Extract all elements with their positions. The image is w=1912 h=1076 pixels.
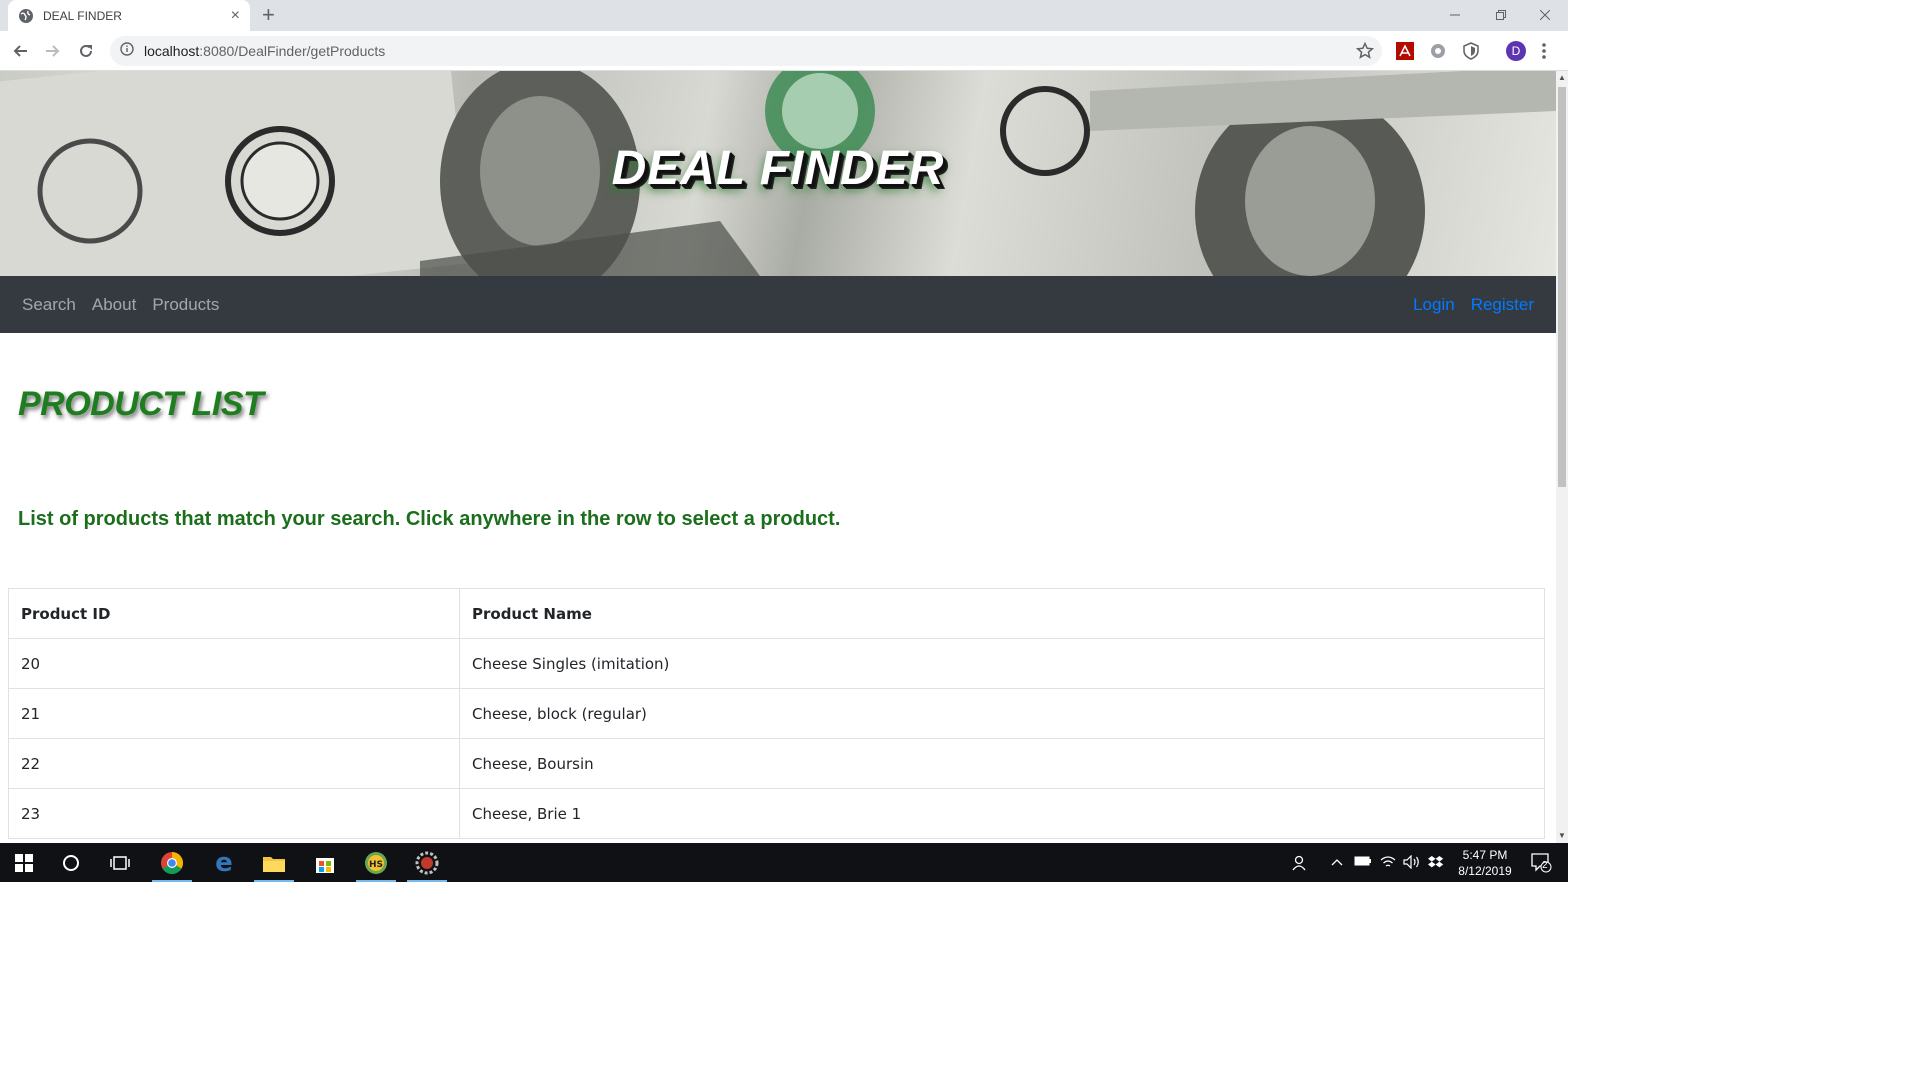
products-table: Product ID Product Name 20 Cheese Single…: [8, 588, 1545, 839]
file-explorer-icon[interactable]: [250, 843, 298, 882]
reload-icon[interactable]: [74, 39, 98, 63]
dropbox-icon[interactable]: [1428, 855, 1444, 872]
battery-icon[interactable]: [1354, 855, 1372, 870]
edge-icon[interactable]: e: [200, 843, 248, 882]
page-viewport: DEAL FINDER Search About Products Login …: [0, 71, 1556, 843]
window-close-icon[interactable]: [1522, 0, 1568, 30]
minimize-icon[interactable]: [1432, 0, 1478, 30]
profile-avatar[interactable]: D: [1506, 41, 1526, 61]
browser-tab[interactable]: DEAL FINDER ×: [8, 0, 250, 31]
column-header-product-name: Product Name: [459, 588, 1545, 639]
url-host: localhost: [144, 43, 200, 59]
page-title: PRODUCT LIST: [18, 385, 264, 423]
product-name-cell: Cheese, Brie 1: [459, 788, 1545, 839]
tab-close-icon[interactable]: ×: [231, 7, 240, 24]
pdf-extension-icon[interactable]: [1395, 41, 1415, 61]
product-name-cell: Cheese, Boursin: [459, 738, 1545, 789]
product-id-cell: 21: [8, 688, 460, 739]
site-navbar: Search About Products Login Register: [0, 276, 1556, 333]
address-bar[interactable]: localhost:8080/DealFinder/getProducts: [110, 36, 1382, 66]
nav-about-link[interactable]: About: [92, 295, 136, 315]
store-icon[interactable]: [301, 843, 349, 882]
product-id-cell: 22: [8, 738, 460, 789]
banner-image: DEAL FINDER: [0, 71, 1556, 276]
page-scrollbar[interactable]: ▲ ▼: [1556, 71, 1568, 843]
bookmark-star-icon[interactable]: [1355, 41, 1375, 65]
browser-toolbar: localhost:8080/DealFinder/getProducts: [0, 31, 1568, 71]
shield-icon[interactable]: [1461, 41, 1481, 61]
notification-count-badge: 2: [1542, 860, 1548, 871]
show-hidden-icons-icon[interactable]: [1331, 855, 1343, 870]
windows-taskbar: e HS 5:47 PM 8/12/2019 2: [0, 843, 1568, 882]
new-tab-button[interactable]: +: [262, 3, 275, 27]
table-header-row: Product ID Product Name: [8, 588, 1545, 639]
browser-tab-strip: DEAL FINDER × +: [0, 0, 1568, 31]
scroll-down-icon[interactable]: ▼: [1558, 831, 1566, 841]
start-icon[interactable]: [0, 843, 48, 882]
table-row[interactable]: 23 Cheese, Brie 1: [8, 788, 1545, 839]
settings-app-icon[interactable]: [403, 843, 451, 882]
product-name-cell: Cheese, block (regular): [459, 688, 1545, 739]
back-icon[interactable]: [8, 39, 32, 63]
restore-icon[interactable]: [1478, 0, 1524, 30]
instructions-text: List of products that match your search.…: [18, 508, 841, 530]
url-text: localhost:8080/DealFinder/getProducts: [144, 43, 385, 59]
product-id-cell: 23: [8, 788, 460, 839]
people-icon[interactable]: [1292, 855, 1310, 874]
extension-icon[interactable]: [1428, 41, 1448, 61]
clock-time: 5:47 PM: [1462, 848, 1508, 862]
table-row[interactable]: 20 Cheese Singles (imitation): [8, 638, 1545, 689]
nav-products-link[interactable]: Products: [152, 295, 219, 315]
chrome-icon[interactable]: [148, 843, 196, 882]
scroll-up-icon[interactable]: ▲: [1558, 73, 1566, 83]
column-header-product-id: Product ID: [8, 588, 460, 639]
action-center-icon[interactable]: 2: [1530, 851, 1552, 876]
scrollbar-thumb[interactable]: [1558, 87, 1566, 487]
url-path: :8080/DealFinder/getProducts: [199, 43, 386, 59]
nav-right-group: Login Register: [1397, 295, 1534, 315]
browser-menu-icon[interactable]: [1542, 42, 1546, 65]
info-icon[interactable]: [120, 41, 134, 61]
table-row[interactable]: 21 Cheese, block (regular): [8, 688, 1545, 739]
nav-search-link[interactable]: Search: [22, 295, 76, 315]
taskbar-clock[interactable]: 5:47 PM 8/12/2019: [1450, 847, 1520, 879]
task-view-icon[interactable]: [96, 843, 144, 882]
product-name-cell: Cheese Singles (imitation): [459, 638, 1545, 689]
volume-icon[interactable]: [1403, 854, 1421, 872]
forward-icon[interactable]: [41, 39, 65, 63]
tab-title: DEAL FINDER: [43, 8, 122, 23]
banner-title: DEAL FINDER: [611, 142, 945, 195]
nav-register-link[interactable]: Register: [1471, 295, 1534, 315]
wifi-icon[interactable]: [1380, 855, 1396, 872]
hs-app-icon[interactable]: HS: [352, 843, 400, 882]
globe-icon: [18, 8, 34, 24]
nav-login-link[interactable]: Login: [1413, 295, 1455, 315]
cortana-icon[interactable]: [47, 843, 95, 882]
product-id-cell: 20: [8, 638, 460, 689]
clock-date: 8/12/2019: [1458, 864, 1512, 878]
table-row[interactable]: 22 Cheese, Boursin: [8, 738, 1545, 789]
svg-text:HS: HS: [369, 860, 383, 870]
